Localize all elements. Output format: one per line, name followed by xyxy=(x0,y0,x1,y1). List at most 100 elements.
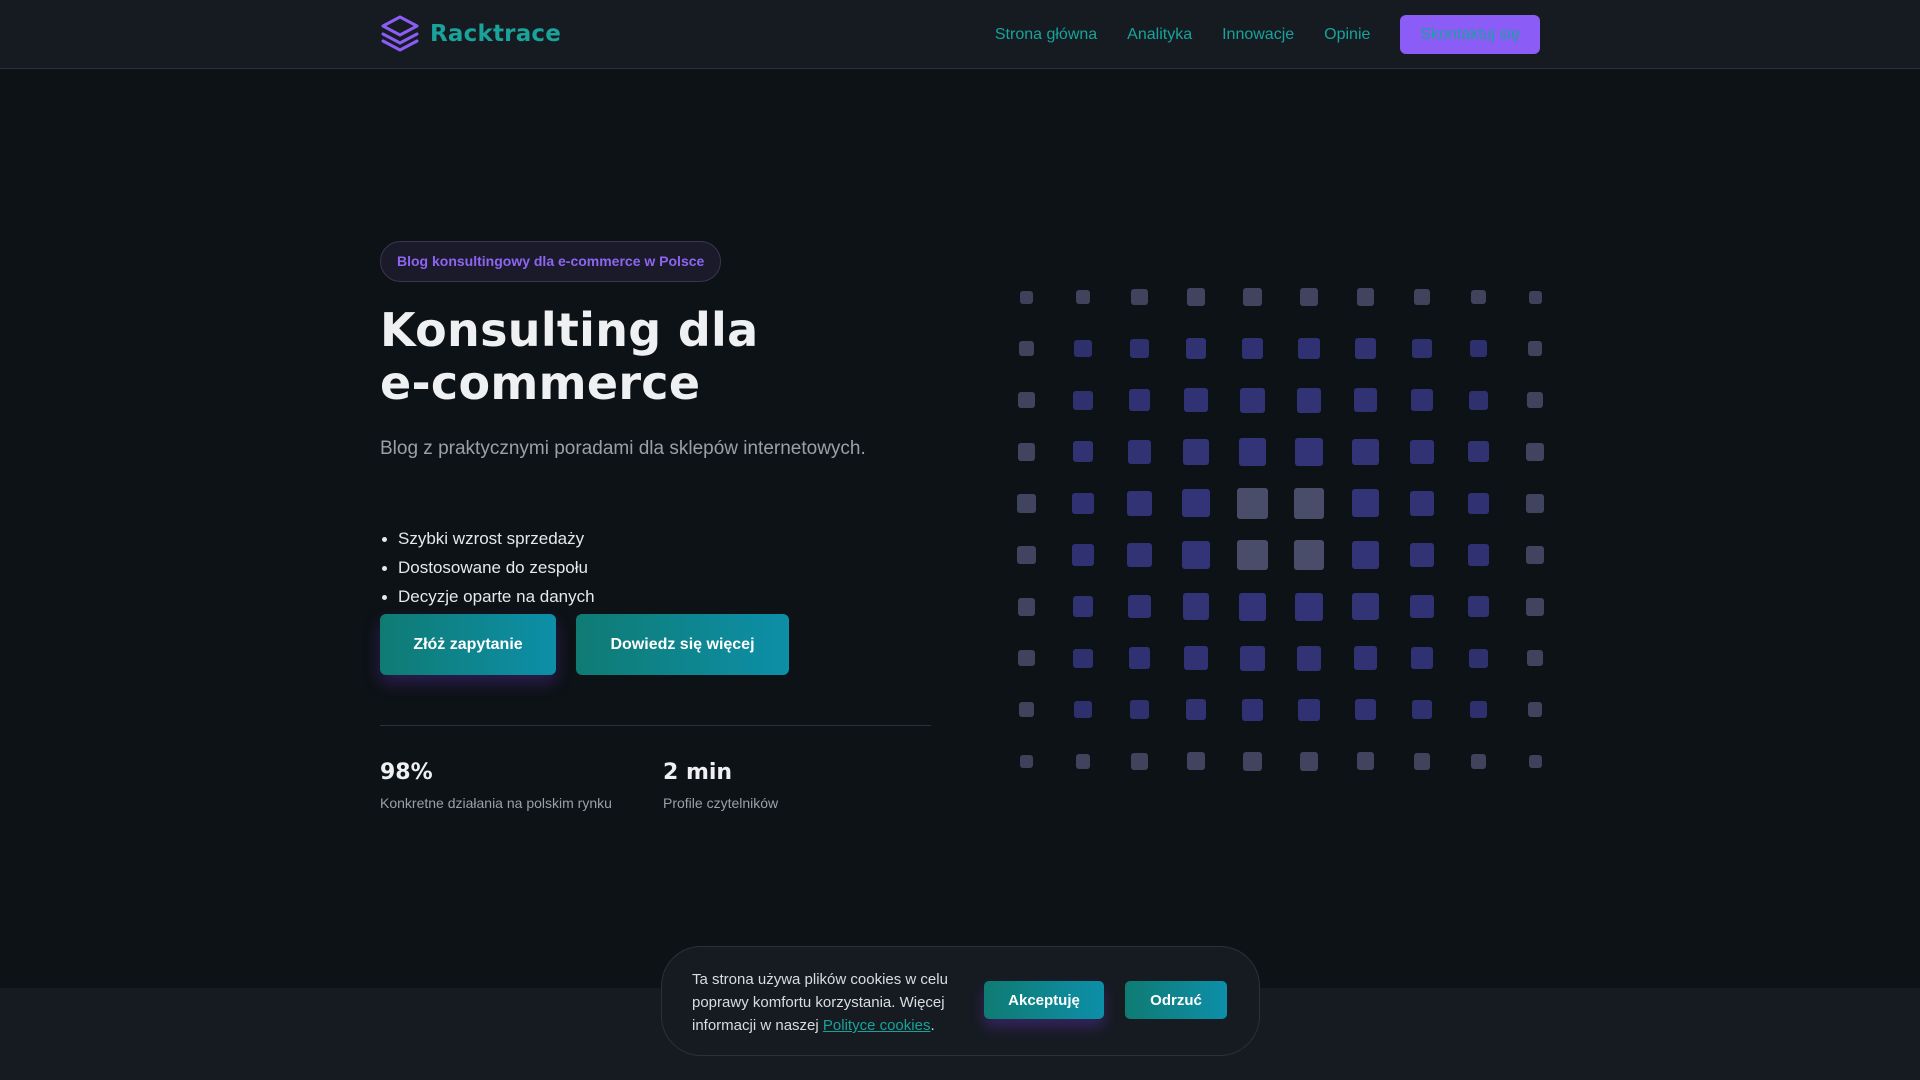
stat-value: 2 min xyxy=(663,760,733,785)
grid-square xyxy=(1017,597,1036,616)
grid-square xyxy=(1298,698,1320,721)
learn-more-button[interactable]: Dowiedz się więcej xyxy=(576,614,789,675)
grid-square xyxy=(1128,647,1151,670)
cookie-banner: Ta strona używa plików cookies w celu po… xyxy=(661,946,1260,1056)
brand-name: Racktrace xyxy=(430,21,562,47)
grid-square xyxy=(1072,492,1094,515)
cookie-policy-link[interactable]: Polityce cookies xyxy=(823,1017,931,1034)
grid-square xyxy=(1182,438,1210,465)
grid-square xyxy=(1072,544,1094,566)
nav-link-innovations[interactable]: Innowacje xyxy=(1222,26,1294,44)
grid-square xyxy=(1295,592,1323,621)
accept-cookies-button[interactable]: Akceptuję xyxy=(984,981,1104,1019)
grid-square xyxy=(1187,288,1205,306)
grid-square xyxy=(1410,439,1434,464)
title-line-1: Konsulting dla xyxy=(380,303,759,357)
grid-square xyxy=(1185,699,1207,721)
grid-square xyxy=(1526,391,1544,409)
grid-square xyxy=(1296,645,1322,671)
grid-square xyxy=(1468,390,1489,410)
grid-square xyxy=(1467,492,1490,515)
contact-button[interactable]: Skontaktuj się xyxy=(1400,15,1540,54)
grid-square xyxy=(1352,438,1379,465)
grid-square xyxy=(1412,700,1432,720)
main-nav: Strona główna Analityka Innowacje Opinie… xyxy=(995,15,1540,54)
grid-square xyxy=(1413,288,1431,306)
grid-square xyxy=(1017,494,1036,513)
grid-square xyxy=(1127,490,1152,516)
nav-link-analytics[interactable]: Analityka xyxy=(1127,26,1192,44)
grid-square xyxy=(1074,701,1092,719)
grid-square xyxy=(1353,646,1378,671)
grid-square xyxy=(1018,391,1035,409)
grid-square xyxy=(1020,754,1033,768)
grid-square xyxy=(1356,752,1375,771)
stats-divider xyxy=(380,725,931,726)
grid-square xyxy=(1127,594,1152,619)
grid-square xyxy=(1184,646,1208,671)
stat-label: Konkretne działania na polskim rynku xyxy=(380,795,612,811)
stat-value: 98% xyxy=(380,760,433,785)
decorative-square-grid xyxy=(990,280,1550,780)
grid-square xyxy=(1469,701,1488,719)
grid-square xyxy=(1072,596,1094,617)
cookie-text-end: . xyxy=(930,1017,935,1034)
grid-square xyxy=(1243,287,1262,307)
grid-square xyxy=(1073,390,1093,410)
grid-square xyxy=(1410,594,1434,619)
grid-square xyxy=(1351,541,1380,569)
stat-block: 98% Konkretne działania na polskim rynku xyxy=(380,760,612,811)
grid-square xyxy=(1240,645,1265,671)
grid-square xyxy=(1525,494,1545,513)
grid-square xyxy=(1469,340,1488,358)
grid-square xyxy=(1241,337,1264,360)
grid-square xyxy=(1351,489,1380,518)
grid-square xyxy=(1019,341,1034,356)
grid-square xyxy=(1017,545,1036,565)
grid-square xyxy=(1129,338,1150,359)
grid-square xyxy=(1298,337,1320,360)
grid-square xyxy=(1237,488,1268,519)
grid-square xyxy=(1356,288,1375,306)
submit-inquiry-button[interactable]: Złóż zapytanie xyxy=(380,614,556,675)
grid-square xyxy=(1182,593,1210,620)
nav-link-reviews[interactable]: Opinie xyxy=(1324,26,1370,44)
grid-square xyxy=(1131,753,1148,770)
grid-square xyxy=(1471,289,1486,305)
grid-square xyxy=(1129,700,1150,720)
brand-logo[interactable]: Racktrace xyxy=(380,14,561,54)
cookie-message: Ta strona używa plików cookies w celu po… xyxy=(692,968,982,1037)
grid-square xyxy=(1187,752,1205,771)
grid-square xyxy=(1413,753,1431,770)
grid-square xyxy=(1471,754,1486,769)
nav-link-home[interactable]: Strona główna xyxy=(995,26,1097,44)
grid-square xyxy=(1411,647,1433,670)
grid-square xyxy=(1238,437,1267,466)
grid-square xyxy=(1412,338,1432,359)
grid-square xyxy=(1411,389,1433,412)
grid-square xyxy=(1240,387,1265,413)
page-title: Konsulting dla e-commerce xyxy=(380,304,940,410)
grid-square xyxy=(1352,593,1379,620)
grid-square xyxy=(1468,596,1489,617)
grid-square xyxy=(1293,488,1325,519)
feature-item: Decyzje oparte na danych xyxy=(380,582,595,611)
grid-square xyxy=(1355,338,1376,359)
grid-square xyxy=(1073,648,1093,668)
reject-cookies-button[interactable]: Odrzuć xyxy=(1125,981,1227,1019)
grid-square xyxy=(1527,702,1543,718)
feature-item: Szybki wzrost sprzedaży xyxy=(380,524,595,553)
grid-square xyxy=(1526,597,1544,616)
grid-square xyxy=(1355,699,1376,721)
grid-square xyxy=(1467,544,1490,566)
grid-square xyxy=(1299,752,1319,771)
grid-square xyxy=(1020,290,1033,304)
grid-square xyxy=(1184,388,1208,413)
grid-square xyxy=(1072,441,1094,463)
grid-square xyxy=(1296,387,1322,413)
stat-label: Profile czytelników xyxy=(663,795,779,811)
grid-square xyxy=(1409,490,1435,516)
title-line-2: e-commerce xyxy=(380,356,701,410)
grid-square xyxy=(1468,441,1489,463)
grid-square xyxy=(1243,752,1262,771)
